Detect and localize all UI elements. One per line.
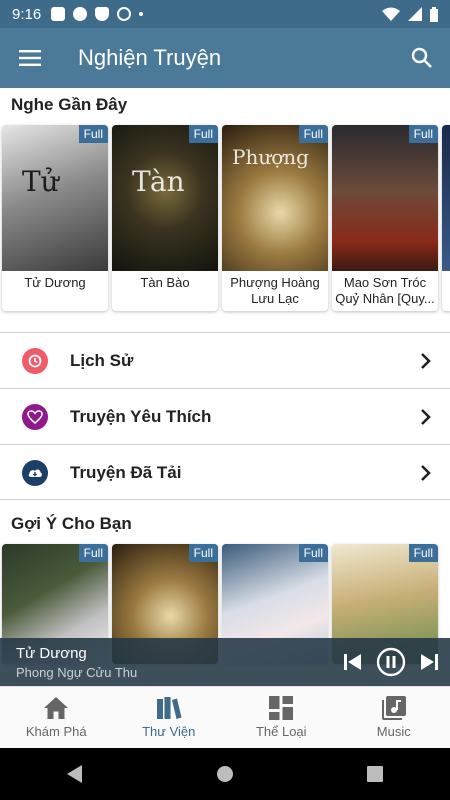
menu-button[interactable] (0, 28, 60, 88)
heart-icon (22, 403, 48, 430)
nav-explore[interactable]: Khám Phá (0, 687, 113, 748)
chevron-right-icon (421, 464, 431, 481)
divider (0, 499, 450, 500)
nav-library-label: Thư Viện (142, 724, 196, 739)
full-badge: Full (188, 544, 218, 562)
home-icon (44, 697, 69, 719)
hamburger-icon (19, 50, 41, 66)
recent-card[interactable]: Phượng Full Phượng Hoàng Lưu Lạc (222, 125, 328, 311)
player-info: Tử Dương Phong Ngự Cửu Thu (16, 645, 137, 680)
app-title: Nghiện Truyện (78, 45, 222, 70)
music-library-icon (381, 696, 406, 720)
full-badge: Full (408, 125, 438, 143)
player-artist: Phong Ngự Cửu Thu (16, 664, 138, 680)
history-row[interactable]: Lịch Sử (0, 333, 450, 388)
recent-card[interactable]: Tử Full Tử Dương (2, 125, 108, 311)
recent-card[interactable]: Tàn Full Tàn Bào (112, 125, 218, 311)
previous-button[interactable] (344, 654, 362, 670)
wifi-icon (382, 7, 400, 21)
recent-section-title: Nghe Gần Đây (11, 95, 128, 114)
chevron-right-icon (421, 352, 431, 369)
book-cover: Tử Full (2, 125, 108, 271)
at-icon (117, 7, 132, 21)
home-circle-icon[interactable] (216, 765, 234, 783)
player-track: Tử Dương (16, 644, 87, 662)
chevron-right-icon (421, 408, 431, 425)
library-books-icon (156, 697, 182, 719)
book-title: Tàn Bào (140, 275, 190, 290)
full-badge: Full (408, 544, 438, 562)
book-cover (442, 125, 450, 271)
full-badge: Full (188, 125, 218, 143)
bottom-navigation: Khám Phá Thư Viện Thể Loại Music (0, 686, 450, 748)
circle-icon (73, 7, 88, 21)
full-badge: Full (298, 125, 328, 143)
downloaded-row[interactable]: Truyện Đã Tải (0, 445, 450, 500)
book-title: Phượng Hoàng Lưu Lạc (230, 275, 320, 306)
favorites-row[interactable]: Truyện Yêu Thích (0, 389, 450, 444)
recent-card[interactable]: Full Mao Sơn Tróc Quỷ Nhân [Quy... (332, 125, 438, 311)
full-badge: Full (78, 544, 108, 562)
suggest-section-title: Gợi Ý Cho Bạn (11, 514, 132, 533)
dot-icon (139, 12, 144, 16)
skip-previous-icon (344, 654, 361, 670)
player-controls (344, 647, 438, 677)
nav-music-label: Music (376, 724, 411, 739)
nav-music[interactable]: Music (338, 687, 450, 748)
nav-explore-label: Khám Phá (25, 724, 87, 739)
recents-icon[interactable] (367, 766, 384, 782)
signal-icon (408, 7, 422, 21)
pause-button[interactable] (376, 647, 406, 677)
cover-art-text: Tử (22, 165, 59, 198)
notification-icons (51, 7, 144, 21)
full-badge: Full (298, 544, 328, 562)
nav-genres-label: Thể Loại (255, 724, 307, 739)
settings-icon (51, 7, 66, 21)
book-title: Mao Sơn Tróc Quỷ Nhân [Quy... (335, 275, 435, 306)
cloud-download-icon (22, 459, 48, 486)
back-icon[interactable] (66, 765, 83, 783)
status-time: 9:16 (12, 5, 42, 23)
recent-list: Tử Full Tử Dương Tàn Full Tàn Bào Phượng… (2, 125, 450, 311)
nav-genres[interactable]: Thể Loại (225, 687, 338, 748)
favorites-label: Truyện Yêu Thích (70, 406, 212, 426)
skip-next-icon (421, 654, 438, 670)
battery-icon (430, 6, 438, 22)
system-navigation-bar (0, 748, 450, 800)
book-cover: Phượng Full (222, 125, 328, 271)
history-label: Lịch Sử (70, 350, 134, 370)
history-icon (22, 347, 48, 374)
book-title: Tử Dương (24, 275, 86, 290)
nav-library[interactable]: Thư Viện (113, 687, 226, 748)
full-badge: Full (78, 125, 108, 143)
book-cover: Tàn Full (112, 125, 218, 271)
book-cover: Full (332, 125, 438, 271)
search-button[interactable] (394, 28, 450, 88)
downloaded-label: Truyện Đã Tải (70, 462, 182, 482)
next-button[interactable] (420, 654, 438, 670)
dashboard-icon (269, 696, 294, 720)
cover-art-text: Phượng (232, 145, 309, 169)
recent-card-partial[interactable] (442, 125, 450, 311)
cover-art-text: Tàn (132, 165, 185, 198)
mini-player[interactable]: Tử Dương Phong Ngự Cửu Thu (0, 638, 450, 686)
status-bar: 9:16 (0, 0, 450, 28)
search-icon (411, 47, 432, 68)
app-bar: Nghiện Truyện (0, 28, 450, 88)
shield-icon (95, 7, 110, 21)
pause-circle-icon (376, 647, 406, 677)
